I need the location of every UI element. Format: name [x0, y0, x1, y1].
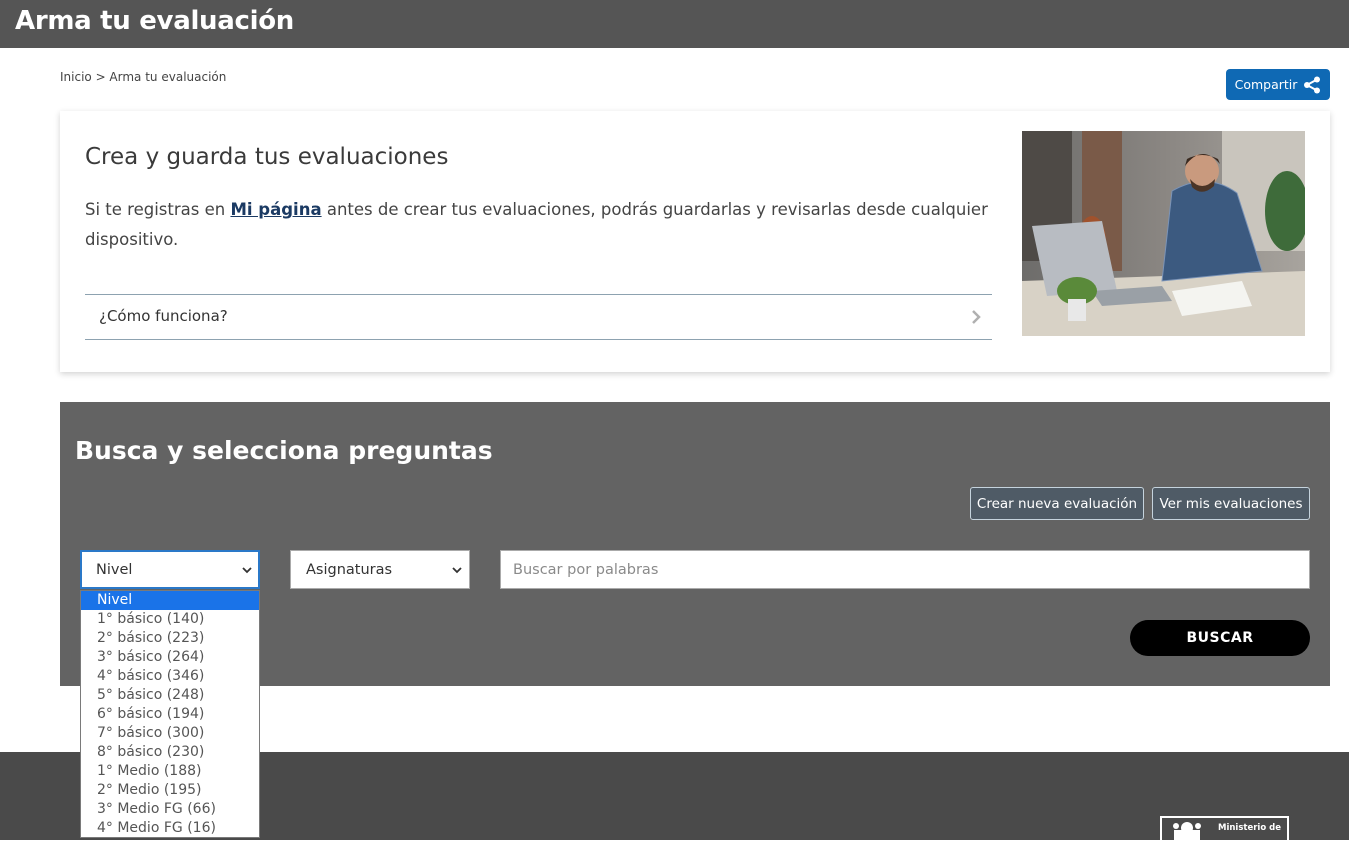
level-option[interactable]: 6° básico (194) — [81, 705, 259, 724]
level-option[interactable]: 7° básico (300) — [81, 724, 259, 743]
level-option[interactable]: 4° básico (346) — [81, 667, 259, 686]
level-option[interactable]: 8° básico (230) — [81, 743, 259, 762]
create-evaluation-button[interactable]: Crear nueva evaluación — [970, 487, 1144, 520]
logo-text: Ministerio de — [1218, 823, 1281, 833]
how-it-works-label: ¿Cómo funciona? — [99, 307, 228, 325]
man-writing-photo — [1022, 131, 1305, 336]
level-option[interactable]: 4° Medio FG (16) — [81, 819, 259, 837]
share-icon — [1304, 76, 1321, 93]
intro-card: Crea y guarda tus evaluaciones Si te reg… — [60, 111, 1330, 372]
mi-pagina-link[interactable]: Mi página — [230, 200, 321, 219]
level-option[interactable]: 1° Medio (188) — [81, 762, 259, 781]
level-option[interactable]: 5° básico (248) — [81, 686, 259, 705]
breadcrumb[interactable]: Inicio > Arma tu evaluación — [60, 70, 226, 84]
search-title: Busca y selecciona preguntas — [75, 436, 493, 465]
ministerio-logo[interactable]: Ministerio de — [1160, 816, 1289, 846]
subject-select-value: Asignaturas — [306, 561, 393, 578]
level-option[interactable]: 2° básico (223) — [81, 629, 259, 648]
search-button[interactable]: BUSCAR — [1130, 620, 1310, 656]
keyword-search-input[interactable] — [500, 550, 1310, 589]
my-evaluations-button[interactable]: Ver mis evaluaciones — [1152, 487, 1310, 520]
chevron-right-icon — [972, 310, 981, 324]
share-button-label: Compartir — [1234, 77, 1298, 92]
how-it-works-accordion[interactable]: ¿Cómo funciona? — [85, 294, 992, 340]
level-option[interactable]: 3° Medio FG (66) — [81, 800, 259, 819]
subject-select[interactable]: Asignaturas — [290, 550, 470, 589]
intro-text-before: Si te registras en — [85, 200, 231, 219]
intro-title: Crea y guarda tus evaluaciones — [85, 144, 449, 170]
share-button[interactable]: Compartir — [1226, 69, 1330, 100]
level-option[interactable]: 1° básico (140) — [81, 610, 259, 629]
chevron-down-icon — [452, 567, 462, 574]
coat-of-arms-icon — [1162, 818, 1212, 844]
level-select-value: Nivel — [96, 561, 133, 578]
page-title: Arma tu evaluación — [15, 6, 295, 36]
chevron-down-icon — [242, 567, 252, 574]
level-select[interactable]: Nivel — [80, 550, 260, 589]
level-option[interactable]: Nivel — [81, 591, 259, 610]
top-header-bar: Arma tu evaluación — [0, 0, 1349, 48]
level-option[interactable]: 3° básico (264) — [81, 648, 259, 667]
intro-text: Si te registras en Mi página antes de cr… — [85, 195, 995, 255]
level-dropdown-list: Nivel 1° básico (140) 2° básico (223) 3° bá… — [80, 590, 260, 838]
level-option[interactable]: 2° Medio (195) — [81, 781, 259, 800]
